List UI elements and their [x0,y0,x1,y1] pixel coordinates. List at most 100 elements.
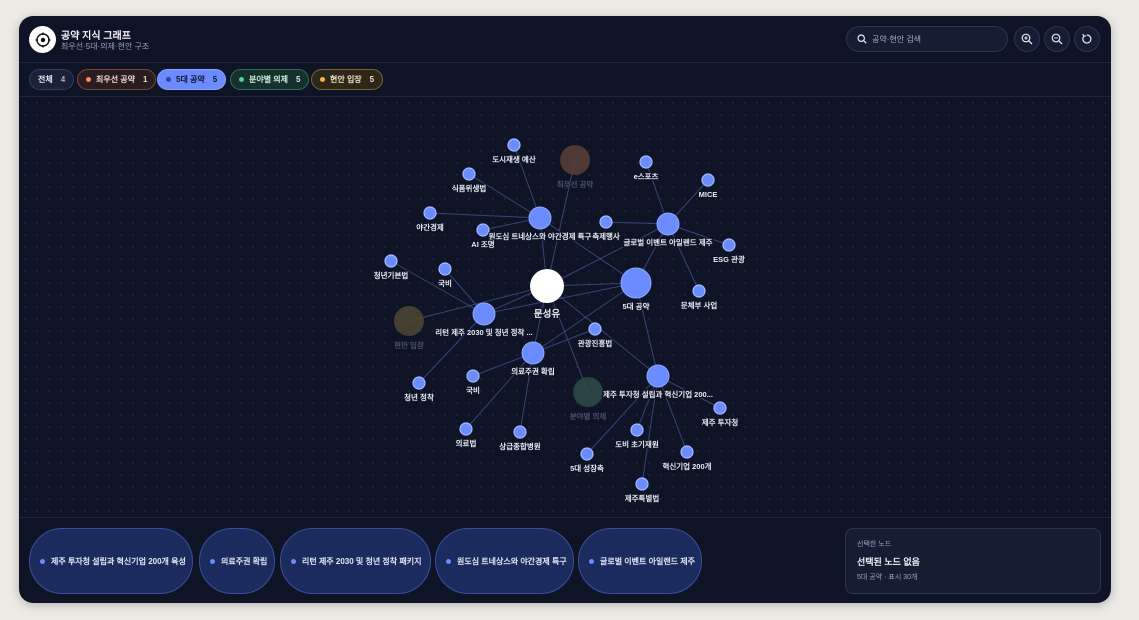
agenda-dot-icon [239,77,244,82]
leaf-node[interactable] [635,477,649,491]
leaf-node-label: 관광진흥법 [578,338,613,348]
leaf-node-label: AI 조명 [471,239,494,249]
filter-count: 5 [212,75,218,84]
leaf-node[interactable] [423,206,437,220]
leaf-node[interactable] [639,155,653,169]
pledge-card[interactable]: 원도심 트네상스와 야간경제 특구 [435,528,574,594]
graph-canvas[interactable]: 최우선 공약현안 입장분야별 의제 5대 공약문성유 원도심 트네상스와 야간경제 … [19,97,1111,517]
pledge-node[interactable] [528,206,552,230]
leaf-node-label: 청년기본법 [374,270,409,280]
leaf-node-label: 국비 [438,278,452,288]
filter-count: 5 [296,75,301,84]
center-node-label: 문성유 [534,308,560,320]
leaf-node[interactable] [507,138,521,152]
pledge-card[interactable]: 제주 투자청 설립과 혁신기업 200개 육성 [29,528,193,594]
leaf-node[interactable] [466,369,480,383]
filter-count: 4 [60,75,66,84]
category-node-muted[interactable] [560,145,590,175]
leaf-node[interactable] [438,262,452,276]
leaf-node-label: 문체부 사업 [681,300,718,310]
leaf-node[interactable] [462,167,476,181]
pledge-node[interactable] [521,341,545,365]
category-node-label: 5대 공약 [623,301,650,311]
pledge-node[interactable] [646,364,670,388]
search-icon [857,34,867,44]
pledge-node-label: 글로벌 이벤트 아일랜드 제주 [623,237,712,247]
leaf-node[interactable] [701,173,715,187]
pledge-node-label: 원도심 트네상스와 야간경제 특구 [489,231,592,241]
pledge-dot-icon [291,558,296,564]
zoom-in-icon [1021,33,1033,45]
leaf-node-label: 5대 성장축 [570,463,604,473]
search-box[interactable] [846,26,1008,52]
category-node-five-pledges[interactable] [620,267,652,299]
pledge-dot-icon [589,558,594,564]
selected-node-title: 선택된 노드 없음 [857,557,920,567]
filter-agenda[interactable]: 분야별 의제 5 [230,69,310,90]
knowledge-graph-panel: 공약 지식 그래프 최우선·5대·의제·현안 구조 공약·현안 검색 전체 4 … [19,16,1111,603]
pledge-card-label: 제주 투자청 설립과 혁신기업 200개 육성 [51,556,186,566]
leaf-node-label: e스포츠 [634,172,659,181]
leaf-node[interactable] [713,401,727,415]
leaf-node[interactable] [680,445,694,459]
leaf-node-label: 도비 초기재원 [615,439,659,449]
pledge-node[interactable] [472,302,496,326]
filter-five-pledges[interactable]: 5대 공약 5 [157,69,227,90]
filter-label: 분야별 의제 [249,75,289,84]
leaf-node-label: 제주특별법 [625,493,660,503]
zoom-out-icon [1051,33,1063,45]
filter-issue[interactable]: 현안 입장 5 [311,69,384,90]
center-node[interactable] [530,269,564,303]
pledge-dot-icon [40,558,45,564]
leaf-node[interactable] [722,238,736,252]
header: 공약 지식 그래프 최우선·5대·의제·현안 구조 [19,16,1111,63]
category-node-label: 최우선 공약 [557,179,594,189]
leaf-node[interactable] [580,447,594,461]
zoom-out-button[interactable] [1044,26,1070,52]
filter-count: 5 [369,75,375,84]
filter-count: 1 [143,75,148,84]
filter-priority-pledge[interactable]: 최우선 공약 1 [77,69,157,90]
pledge-card[interactable]: 글로벌 이벤트 아일랜드 제주 [578,528,702,594]
leaf-node-label: MICE [699,190,718,199]
leaf-node-label: 청년 정착 [404,392,434,402]
leaf-node[interactable] [599,215,613,229]
leaf-node[interactable] [459,422,473,436]
pledge-card[interactable]: 의료주권 확립 [199,528,275,594]
leaf-node-label: 상급종합병원 [499,441,540,451]
leaf-node[interactable] [412,376,426,390]
pledge-node[interactable] [656,212,680,236]
search-input[interactable] [872,34,1002,44]
category-node-label: 현안 입장 [394,340,424,350]
pledge-card-label: 글로벌 이벤트 아일랜드 제주 [600,556,695,566]
leaf-node[interactable] [588,322,602,336]
leaf-node[interactable] [692,284,706,298]
page-subtitle: 최우선·5대·의제·현안 구조 [61,42,150,51]
category-node-muted[interactable] [394,306,424,336]
leaf-node-label: 축제행사 [592,231,620,241]
pledge-card-label: 리턴 제주 2030 및 청년 정착 패키지 [302,556,422,566]
category-node-label: 분야별 의제 [570,411,607,421]
leaf-node-label: ESG 관광 [713,254,745,264]
pledge-dot-icon [166,77,171,82]
leaf-node-label: 야간경제 [416,222,444,232]
leaf-node-label: 제주 투자청 [702,417,739,427]
leaf-node-label: 식품위생법 [452,183,487,193]
pledge-card[interactable]: 리턴 제주 2030 및 청년 정착 패키지 [280,528,431,594]
graph-svg[interactable]: 최우선 공약현안 입장분야별 의제 5대 공약문성유 원도심 트네상스와 야간경제 … [19,97,1111,517]
leaf-node-label: 국비 [466,385,480,395]
leaf-node[interactable] [476,223,490,237]
pledge-node-label: 의료주권 확립 [511,366,555,376]
filter-label: 최우선 공약 [96,75,136,84]
leaf-node[interactable] [513,425,527,439]
reset-view-button[interactable] [1074,26,1100,52]
selected-node-caption: 선택한 노드 [857,541,892,548]
edge-pledge-leaf [429,212,541,219]
reset-icon [1082,33,1092,44]
selected-node-meta: 5대 공약 · 표시 30개 [857,574,918,581]
filter-all[interactable]: 전체 4 [29,69,75,90]
leaf-node[interactable] [384,254,398,268]
category-node-muted[interactable] [573,377,603,407]
zoom-in-button[interactable] [1014,26,1040,52]
leaf-node[interactable] [630,423,644,437]
